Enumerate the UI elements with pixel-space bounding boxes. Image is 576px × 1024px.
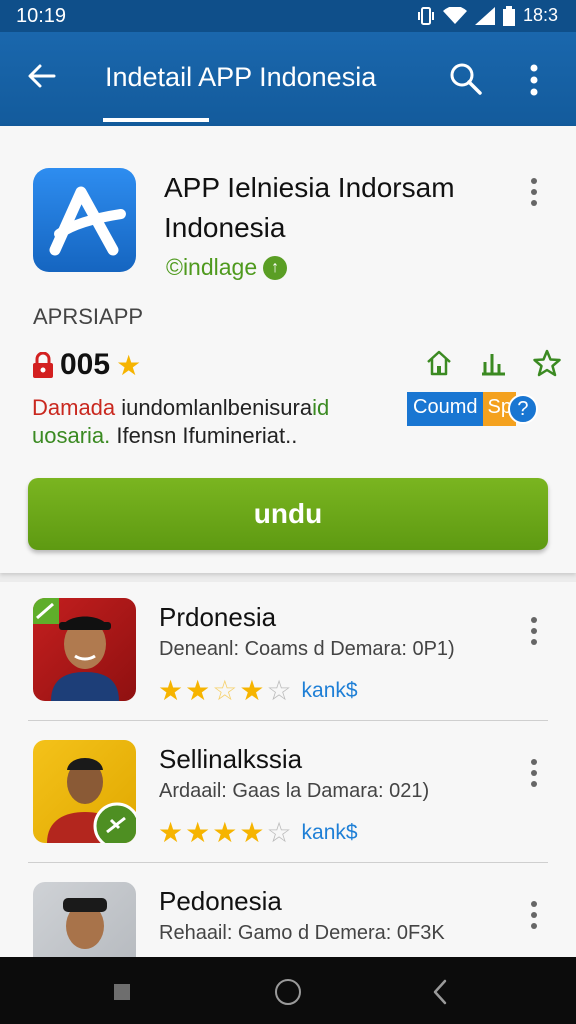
list-item-subtitle: Ardaail: Gaas la Damara: 021) bbox=[159, 780, 430, 802]
star-icon: ★ bbox=[185, 817, 211, 848]
page-title: Indetail APP Indonesia bbox=[105, 62, 377, 92]
status-time: 10:19 bbox=[16, 5, 67, 27]
star-icon: ★ bbox=[212, 817, 238, 848]
divider bbox=[28, 862, 548, 863]
list-item-menu-icon[interactable] bbox=[528, 758, 540, 788]
battery-time: 18:3 bbox=[522, 5, 558, 25]
star-empty-icon: ☆ bbox=[266, 675, 292, 706]
recents-icon[interactable] bbox=[114, 984, 130, 1000]
list-item-subtitle: Deneanl: Coams d Demara: 0P1) bbox=[159, 638, 455, 660]
star-half-icon: ☆ bbox=[212, 675, 238, 706]
nav-back-icon[interactable] bbox=[432, 979, 448, 1005]
list-item[interactable]: Prdonesia Deneanl: Coams d Demara: 0P1) … bbox=[0, 582, 576, 724]
divider bbox=[28, 720, 548, 721]
count-chip[interactable]: Coumd bbox=[407, 392, 484, 426]
list-item-rating: ★ ★ ★ ★ ☆ kank$ bbox=[158, 816, 358, 849]
vibrate-icon bbox=[417, 6, 434, 25]
app-category-label: APRSIAPP bbox=[33, 304, 144, 329]
wifi-icon bbox=[442, 6, 467, 24]
verified-badge-icon: ↑ bbox=[263, 255, 288, 280]
home-button-icon[interactable] bbox=[275, 979, 301, 1005]
list-item-menu-icon[interactable] bbox=[528, 900, 540, 930]
system-nav-bar bbox=[0, 957, 576, 1024]
list-item-tag: kank$ bbox=[301, 820, 358, 844]
list-item-name: Sellinalkssia bbox=[159, 744, 303, 774]
app-thumbnail bbox=[33, 598, 136, 701]
app-logo-icon bbox=[49, 186, 126, 256]
tab-indicator bbox=[103, 118, 209, 122]
rating-row: 005 ★ bbox=[32, 348, 141, 382]
lock-icon bbox=[33, 352, 53, 378]
star-icon: ★ bbox=[116, 349, 142, 381]
app-thumbnail bbox=[33, 740, 136, 843]
person-avatar-icon bbox=[33, 598, 119, 701]
star-icon: ★ bbox=[239, 675, 265, 706]
signal-icon bbox=[474, 6, 495, 25]
desc-text-2: id bbox=[312, 395, 330, 420]
desc-text-4: Ifensn Ifumineriat.. bbox=[110, 423, 298, 448]
list-item-subtitle: Rehaail: Gamo d Demera: 0F3K bbox=[159, 922, 445, 944]
app-detail-card: APP Ielniesia Indorsam Indonesia ©indlag… bbox=[0, 126, 576, 573]
star-icon: ★ bbox=[239, 817, 265, 848]
star-icon: ★ bbox=[185, 675, 211, 706]
app-name: APP Ielniesia Indorsam Indonesia bbox=[164, 168, 504, 248]
star-outline-icon[interactable] bbox=[532, 348, 562, 378]
home-icon[interactable] bbox=[424, 348, 454, 378]
chart-icon[interactable] bbox=[478, 348, 508, 378]
list-item-rating: ★ ★ ☆ ★ ☆ kank$ bbox=[158, 674, 358, 707]
help-icon[interactable]: ? bbox=[507, 394, 538, 424]
app-name-line2: Indonesia bbox=[164, 212, 286, 243]
install-button[interactable]: undu bbox=[28, 478, 548, 550]
action-icons bbox=[424, 348, 562, 378]
star-empty-icon: ☆ bbox=[266, 817, 292, 848]
star-icon: ★ bbox=[158, 817, 184, 848]
desc-highlight: Damada bbox=[32, 395, 116, 420]
app-description: Damada iundomlanlbenisuraid uosaria. Ife… bbox=[32, 394, 402, 450]
app-name-line1: APP Ielniesia Indorsam bbox=[164, 172, 455, 203]
developer-name: ©indlage bbox=[166, 254, 258, 280]
list-item-name: Pedonesia bbox=[159, 886, 282, 916]
star-icon: ★ bbox=[158, 675, 184, 706]
person-avatar-icon bbox=[47, 758, 136, 843]
developer-link[interactable]: ©indlage ↑ bbox=[166, 254, 288, 281]
app-bar: Indetail APP Indonesia bbox=[0, 32, 576, 126]
list-item-name: Prdonesia bbox=[159, 602, 277, 632]
rating-value: 005 bbox=[60, 348, 111, 381]
list-item-menu-icon[interactable] bbox=[528, 616, 540, 646]
overflow-menu-icon[interactable] bbox=[526, 62, 542, 98]
related-apps-list: Prdonesia Deneanl: Coams d Demara: 0P1) … bbox=[0, 582, 576, 985]
status-bar: 10:19 18:3 bbox=[0, 0, 576, 32]
back-arrow-icon[interactable] bbox=[26, 60, 58, 92]
desc-text-3: uosaria. bbox=[32, 423, 111, 448]
app-overflow-menu-icon[interactable] bbox=[528, 176, 540, 208]
search-icon[interactable] bbox=[447, 60, 483, 96]
list-item-tag: kank$ bbox=[301, 678, 358, 702]
desc-text-1: iundomlanlbenisura bbox=[115, 395, 313, 420]
battery-icon bbox=[502, 5, 515, 26]
app-icon bbox=[33, 168, 136, 272]
list-item[interactable]: Sellinalkssia Ardaail: Gaas la Damara: 0… bbox=[0, 724, 576, 866]
info-chips: Coumd Sp ? bbox=[407, 392, 538, 426]
status-icons: 18:3 bbox=[417, 5, 558, 26]
